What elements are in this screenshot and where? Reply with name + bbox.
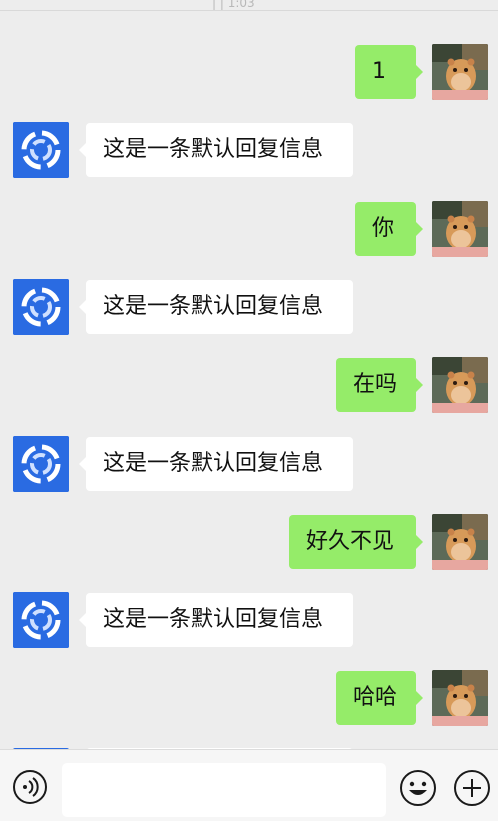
hamster-avatar-image [432, 514, 488, 570]
bot-logo-icon [13, 592, 69, 648]
smile-emoji-icon [400, 770, 436, 806]
bot-avatar[interactable] [13, 122, 69, 178]
chat-input-bar [0, 749, 498, 821]
bot-message-bubble[interactable]: 这是一条默认回复信息 [79, 123, 353, 177]
user-message-bubble[interactable]: 在吗 [336, 358, 423, 412]
hamster-avatar-image [432, 670, 488, 726]
more-actions-button[interactable] [453, 769, 491, 807]
user-message-bubble[interactable]: 好久不见 [289, 515, 423, 569]
hamster-avatar-image [432, 44, 488, 100]
voice-wave-icon [13, 770, 47, 804]
user-avatar[interactable] [432, 514, 488, 570]
bot-logo-icon [13, 436, 69, 492]
chat-message-list[interactable]: | | 1:03 1 这是一条默认回复信息 你 这是一条默认回复信息 在吗 这是… [0, 0, 498, 749]
user-message-bubble[interactable]: 哈哈 [336, 671, 423, 725]
timestamp-fragment: | | 1:03 [212, 0, 255, 10]
user-message-bubble[interactable]: 你 [355, 202, 423, 256]
emoji-button[interactable] [399, 769, 437, 807]
bot-message-bubble[interactable]: 这是一条默认回复信息 [79, 437, 353, 491]
top-divider [0, 10, 498, 11]
message-input[interactable] [62, 763, 386, 817]
user-avatar[interactable] [432, 357, 488, 413]
user-message-bubble[interactable]: 1 [355, 45, 423, 99]
user-avatar[interactable] [432, 201, 488, 257]
bot-logo-icon [13, 122, 69, 178]
bot-avatar[interactable] [13, 279, 69, 335]
bot-avatar[interactable] [13, 436, 69, 492]
plus-icon [454, 770, 490, 806]
bot-avatar[interactable] [13, 592, 69, 648]
bot-message-bubble[interactable]: 这是一条默认回复信息 [79, 280, 353, 334]
bot-logo-icon [13, 279, 69, 335]
hamster-avatar-image [432, 357, 488, 413]
voice-button[interactable] [12, 769, 48, 805]
user-avatar[interactable] [432, 670, 488, 726]
user-avatar[interactable] [432, 44, 488, 100]
hamster-avatar-image [432, 201, 488, 257]
bot-message-bubble[interactable]: 这是一条默认回复信息 [79, 593, 353, 647]
